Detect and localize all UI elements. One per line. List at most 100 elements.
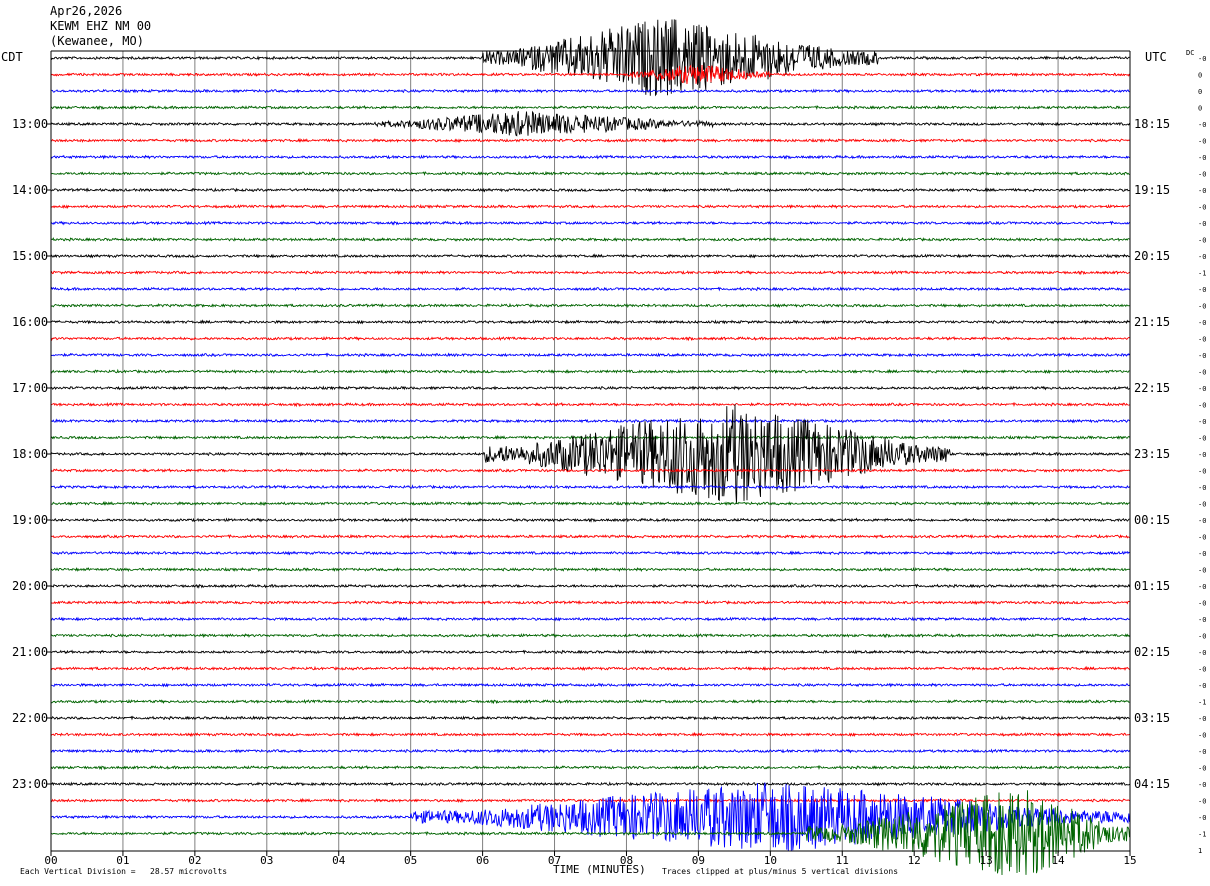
left-hour-label-9: 22:00 xyxy=(12,711,48,725)
trace-row-28 xyxy=(50,517,1130,523)
trace-row-38 xyxy=(51,682,1130,688)
x-tick-label-11: 11 xyxy=(836,854,849,867)
dc-offset-34: -0 xyxy=(1198,616,1206,624)
trace-row-14 xyxy=(50,286,1130,292)
right-timezone-label: UTC xyxy=(1145,50,1167,64)
dc-offset-24: -0 xyxy=(1198,451,1206,459)
left-hour-label-7: 20:00 xyxy=(12,579,48,593)
x-tick-label-15: 15 xyxy=(1123,854,1136,867)
dc-offset-10: -0 xyxy=(1198,220,1206,228)
dc-offset-42: -0 xyxy=(1198,748,1206,756)
trace-row-16 xyxy=(50,319,1130,325)
x-tick-label-10: 10 xyxy=(764,854,777,867)
trace-row-32 xyxy=(50,583,1130,589)
left-hour-label-3: 16:00 xyxy=(12,315,48,329)
dc-offset-15: -0 xyxy=(1198,303,1206,311)
dc-offset-7: -0 xyxy=(1198,171,1206,179)
dc-offset-19: -0 xyxy=(1198,369,1206,377)
x-tick-label-13: 13 xyxy=(980,854,993,867)
clip-note: Traces clipped at plus/minus 5 vertical … xyxy=(662,867,899,876)
right-hour-label-8: 02:15 xyxy=(1134,645,1170,659)
dc-offset-6: -0 xyxy=(1198,154,1206,162)
trace-row-11 xyxy=(50,236,1130,242)
dc-offset-44: -0 xyxy=(1198,781,1206,789)
x-axis-label: TIME (MINUTES) xyxy=(553,863,646,876)
x-tick-label-04: 04 xyxy=(332,854,346,867)
left-hour-label-6: 19:00 xyxy=(12,513,48,527)
location-label: (Kewanee, MO) xyxy=(50,34,144,48)
trace-row-5 xyxy=(50,137,1130,144)
right-hour-label-3: 21:15 xyxy=(1134,315,1170,329)
dc-offset-11: -0 xyxy=(1198,237,1206,245)
trace-row-26 xyxy=(50,484,1130,490)
dc-offset-45: -0 xyxy=(1198,798,1206,806)
trace-row-6 xyxy=(50,154,1130,160)
trace-row-39 xyxy=(50,698,1130,705)
dc-offset-30: -0 xyxy=(1198,550,1206,558)
seismic-traces xyxy=(50,19,1130,876)
right-hour-label-2: 20:15 xyxy=(1134,249,1170,263)
trace-row-21 xyxy=(50,401,1130,408)
dc-offset-0: -0 xyxy=(1198,55,1206,63)
dc-offset-31: -0 xyxy=(1198,567,1206,575)
trace-row-15 xyxy=(50,302,1130,308)
dc-offset-27: -0 xyxy=(1198,501,1206,509)
x-tick-label-00: 00 xyxy=(44,854,57,867)
trace-row-18 xyxy=(50,352,1130,358)
left-hour-label-4: 17:00 xyxy=(12,381,48,395)
dc-offset-33: -0 xyxy=(1198,600,1206,608)
left-hour-label-10: 23:00 xyxy=(12,777,48,791)
trace-row-24 xyxy=(50,404,1130,505)
x-tick-label-02: 02 xyxy=(188,854,201,867)
dc-offset-36: -0 xyxy=(1198,649,1206,657)
trace-row-44 xyxy=(50,781,1130,787)
dc-offset-1: 0 xyxy=(1198,72,1202,80)
trace-row-9 xyxy=(50,203,1130,210)
dc-offset-4: -0 xyxy=(1198,121,1206,129)
dc-offset-38: -0 xyxy=(1198,682,1206,690)
right-hour-label-6: 00:15 xyxy=(1134,513,1170,527)
dc-offset-25: -0 xyxy=(1198,468,1206,476)
trace-row-8 xyxy=(50,187,1130,193)
trace-row-13 xyxy=(50,269,1130,276)
x-tick-label-12: 12 xyxy=(908,854,921,867)
x-tick-label-09: 09 xyxy=(692,854,705,867)
station-label: KEWM EHZ NM 00 xyxy=(50,19,152,33)
trace-row-45 xyxy=(50,797,1130,804)
scale-note: Each Vertical Division = 28.57 microvolt… xyxy=(20,867,228,876)
trace-row-1 xyxy=(50,64,1130,85)
right-hour-label-1: 19:15 xyxy=(1134,183,1170,197)
trace-row-12 xyxy=(50,253,1130,259)
right-hour-label-5: 23:15 xyxy=(1134,447,1170,461)
left-hour-label-5: 18:00 xyxy=(12,447,48,461)
trace-row-7 xyxy=(50,170,1130,176)
dc-offset-35: -0 xyxy=(1198,633,1206,641)
x-tick-label-05: 05 xyxy=(404,854,417,867)
left-hour-label-1: 14:00 xyxy=(12,183,48,197)
dc-offset-40: -0 xyxy=(1198,715,1206,723)
x-tick-label-03: 03 xyxy=(260,854,273,867)
left-timezone-label: CDT xyxy=(1,50,23,64)
trace-row-22 xyxy=(50,418,1130,424)
trace-row-29 xyxy=(50,533,1130,539)
dc-offset-48: 1 xyxy=(1198,847,1202,855)
trace-row-25 xyxy=(50,467,1130,473)
dc-offset-29: -0 xyxy=(1198,534,1206,542)
right-hour-label-4: 22:15 xyxy=(1134,381,1170,395)
dc-offset-8: -0 xyxy=(1198,187,1206,195)
trace-row-10 xyxy=(50,220,1130,226)
dc-offset-13: -1 xyxy=(1198,270,1206,278)
right-hour-label-10: 04:15 xyxy=(1134,777,1170,791)
dc-offset-21: -0 xyxy=(1198,402,1206,410)
dc-offset-26: -0 xyxy=(1198,484,1206,492)
trace-row-36 xyxy=(50,649,1130,655)
dc-offset-39: -1 xyxy=(1198,699,1206,707)
date-label: Apr26,2026 xyxy=(50,4,123,18)
dc-offset-2: 0 xyxy=(1198,88,1202,96)
trace-row-37 xyxy=(50,665,1130,671)
left-hour-label-8: 21:00 xyxy=(12,645,48,659)
trace-row-4 xyxy=(50,110,1130,137)
trace-row-0 xyxy=(50,19,1130,97)
dc-offset-28: -0 xyxy=(1198,517,1206,525)
dc-offset-3: 0 xyxy=(1198,105,1202,113)
